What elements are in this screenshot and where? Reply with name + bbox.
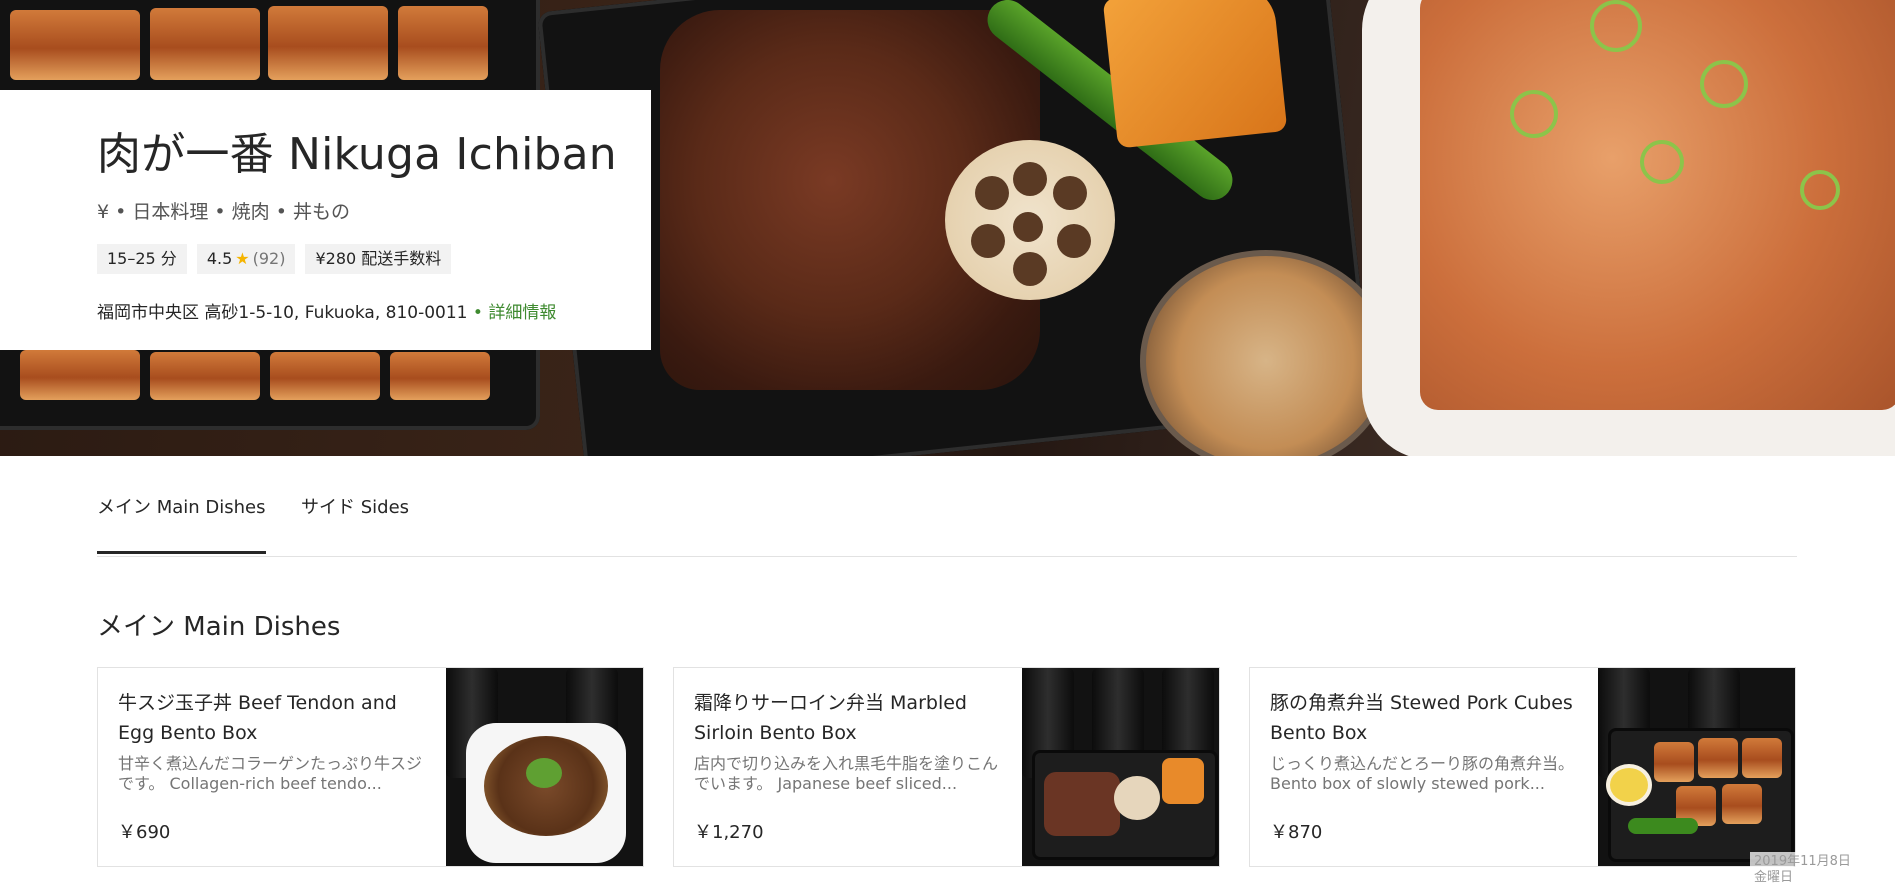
hero-pork-slice xyxy=(150,352,260,400)
menu-item-image xyxy=(1022,668,1219,866)
restaurant-address: 福岡市中央区 高砂1-5-10, Fukuoka, 810-0011 xyxy=(97,303,468,323)
menu-item-text: 豚の角煮弁当 Stewed Pork Cubes Bento Box じっくり煮… xyxy=(1270,688,1580,794)
hero-scallion xyxy=(1640,140,1684,184)
menu-item-description: 店内で切り込みを入れ黒毛牛脂を塗りこんでいます。 Japanese beef s… xyxy=(694,754,999,793)
hero-scallion xyxy=(1800,170,1840,210)
hero-pork-slice xyxy=(20,350,140,400)
hero-garlic-jar xyxy=(1140,250,1392,456)
menu-item-card[interactable]: 牛スジ玉子丼 Beef Tendon and Egg Bento Box 甘辛く… xyxy=(97,667,644,867)
date-line: 2019年11月8日 xyxy=(1754,854,1851,869)
restaurant-address-line: 福岡市中央区 高砂1-5-10, Fukuoka, 810-0011 • 詳細情… xyxy=(97,298,556,323)
hero-pork-slice xyxy=(150,8,260,80)
hero-scallion xyxy=(1510,90,1558,138)
menu-item-price: ￥1,270 xyxy=(694,822,764,843)
delivery-fee-chip: ¥280 配送手数料 xyxy=(305,244,452,274)
rating-value: 4.5 xyxy=(206,249,233,268)
rating-chip: 4.5 ★ (92) xyxy=(196,244,296,274)
menu-item-text: 牛スジ玉子丼 Beef Tendon and Egg Bento Box 甘辛く… xyxy=(118,688,428,794)
menu-item-card[interactable]: 霜降りサーロイン弁当 Marbled Sirloin Bento Box 店内で… xyxy=(673,667,1220,867)
details-link[interactable]: 詳細情報 xyxy=(488,303,556,323)
weekday-line: 金曜日 xyxy=(1754,870,1794,885)
hero-pork-slice xyxy=(398,6,488,80)
menu-item-description: 甘辛く煮込んだコラーゲンたっぷり牛スジです。 Collagen-rich bee… xyxy=(118,754,423,793)
hero-pork-slice xyxy=(390,352,490,400)
hero-scallion xyxy=(1700,60,1748,108)
menu-item-title: 牛スジ玉子丼 Beef Tendon and Egg Bento Box xyxy=(118,692,397,744)
menu-item-price: ￥870 xyxy=(1270,822,1323,843)
menu-item-image xyxy=(1598,668,1795,866)
eta-chip: 15–25 分 xyxy=(97,244,187,274)
hero-banner: 肉が一番 Nikuga Ichiban ¥ • 日本料理 • 焼肉 • 丼もの … xyxy=(0,0,1895,456)
menu-item-title: 霜降りサーロイン弁当 Marbled Sirloin Bento Box xyxy=(694,692,967,744)
menu-item-text: 霜降りサーロイン弁当 Marbled Sirloin Bento Box 店内で… xyxy=(694,688,1004,794)
hero-pork-slice xyxy=(10,10,140,80)
menu-item-price: ￥690 xyxy=(118,822,171,843)
tab-main-dishes[interactable]: メイン Main Dishes xyxy=(97,493,266,554)
restaurant-name: 肉が一番 Nikuga Ichiban xyxy=(97,129,617,180)
menu-item-card[interactable]: 豚の角煮弁当 Stewed Pork Cubes Bento Box じっくり煮… xyxy=(1249,667,1796,867)
hero-pork-slice xyxy=(268,6,388,80)
address-separator: • xyxy=(472,303,483,323)
hero-scallion xyxy=(1590,0,1642,52)
menu-item-description: じっくり煮込んだとろーり豚の角煮弁当。 Bento box of slowly … xyxy=(1270,754,1575,793)
restaurant-categories: ¥ • 日本料理 • 焼肉 • 丼もの xyxy=(97,201,350,223)
hero-pumpkin xyxy=(1102,0,1288,149)
restaurant-meta-chips: 15–25 分 4.5 ★ (92) ¥280 配送手数料 xyxy=(97,244,452,274)
menu-item-image xyxy=(446,668,643,866)
hero-pork-slice xyxy=(270,352,380,400)
hero-lotus-root xyxy=(945,140,1115,300)
section-title: メイン Main Dishes xyxy=(97,612,341,642)
rating-count: (92) xyxy=(252,249,286,268)
screenshot-date-stamp: 2019年11月8日 金曜日 xyxy=(1750,852,1862,889)
tab-sides[interactable]: サイド Sides xyxy=(301,493,409,519)
menu-category-tabs: メイン Main Dishes サイド Sides xyxy=(97,488,1797,557)
menu-item-title: 豚の角煮弁当 Stewed Pork Cubes Bento Box xyxy=(1270,692,1573,744)
star-icon: ★ xyxy=(235,249,250,268)
